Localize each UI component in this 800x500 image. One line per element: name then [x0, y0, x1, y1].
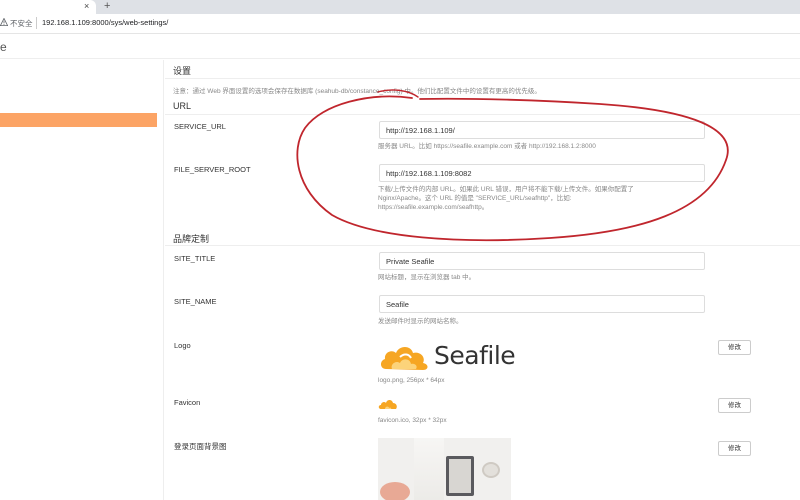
thumb-tablet-screen — [449, 459, 471, 493]
file-server-root-label: FILE_SERVER_ROOT — [174, 165, 251, 174]
site-title-input[interactable]: Private Seafile — [379, 252, 705, 270]
file-server-root-help-2: Nginx/Apache。这个 URL 的值是 "SERVICE_URL/sea… — [378, 195, 572, 202]
thumb-shadow — [414, 438, 444, 500]
section-title-branding: 品牌定制 — [173, 234, 210, 244]
service-url-label: SERVICE_URL — [174, 122, 226, 131]
app-header: e — [0, 35, 800, 59]
site-title-help: 网站标题，显示在浏览器 tab 中。 — [378, 274, 476, 281]
favicon-change-button[interactable]: 修改 — [718, 398, 751, 413]
not-secure-label: 不安全 — [10, 19, 33, 28]
settings-note: 注意：通过 Web 界面设置的选项会保存在数据库 (seahub-db/cons… — [173, 88, 541, 95]
divider — [165, 114, 800, 115]
login-bg-label: 登录页面背景图 — [174, 442, 227, 451]
favicon-label: Favicon — [174, 398, 201, 407]
site-name-label: SITE_NAME — [174, 297, 217, 306]
logo-image: Seafile — [378, 339, 528, 375]
favicon-image — [378, 400, 397, 409]
file-server-root-help-1: 下载/上传文件的内部 URL。如果此 URL 错误，用户将不能下载/上传文件。如… — [378, 186, 634, 193]
thumb-hand — [380, 482, 410, 500]
site-title-label: SITE_TITLE — [174, 254, 216, 263]
new-tab-button[interactable]: + — [104, 0, 110, 12]
site-name-input[interactable]: Seafile — [379, 295, 705, 313]
settings-main: 设置 注意：通过 Web 界面设置的选项会保存在数据库 (seahub-db/c… — [165, 60, 800, 500]
sidebar — [0, 60, 164, 500]
browser-tab[interactable]: × — [0, 0, 96, 14]
site-name-help: 发送邮件时显示的网站名称。 — [378, 318, 463, 325]
tab-close-icon[interactable]: × — [84, 1, 89, 11]
divider — [165, 245, 800, 246]
logo-change-button[interactable]: 修改 — [718, 340, 751, 355]
file-server-root-input[interactable]: http://192.168.1.109:8082 — [379, 164, 705, 182]
login-background-image — [378, 438, 511, 500]
address-bar[interactable]: 不安全 192.168.1.109:8000/sys/web-settings/ — [0, 14, 800, 34]
section-title-url: URL — [173, 101, 192, 111]
service-url-help: 服务器 URL。比如 https://seafile.example.com 或… — [378, 143, 596, 150]
file-server-root-help-3: https://seafile.example.com/seafhttp。 — [378, 204, 489, 211]
app-title: e — [0, 40, 7, 54]
favicon-caption: favicon.ico, 32px * 32px — [378, 417, 447, 424]
divider — [165, 78, 800, 79]
url-text[interactable]: 192.168.1.109:8000/sys/web-settings/ — [42, 18, 168, 27]
service-url-input[interactable]: http://192.168.1.109/ — [379, 121, 705, 139]
logo-wordmark: Seafile — [434, 341, 516, 370]
browser-tabstrip: × + — [0, 0, 800, 14]
login-bg-change-button[interactable]: 修改 — [718, 441, 751, 456]
thumb-cup — [482, 462, 500, 478]
address-divider — [36, 17, 37, 29]
warning-icon — [0, 18, 8, 26]
logo-caption: logo.png, 256px * 64px — [378, 377, 445, 384]
sidebar-item-active[interactable] — [0, 113, 157, 127]
seafile-cloud-icon — [380, 347, 428, 370]
logo-label: Logo — [174, 341, 191, 350]
page-title: 设置 — [173, 66, 192, 76]
